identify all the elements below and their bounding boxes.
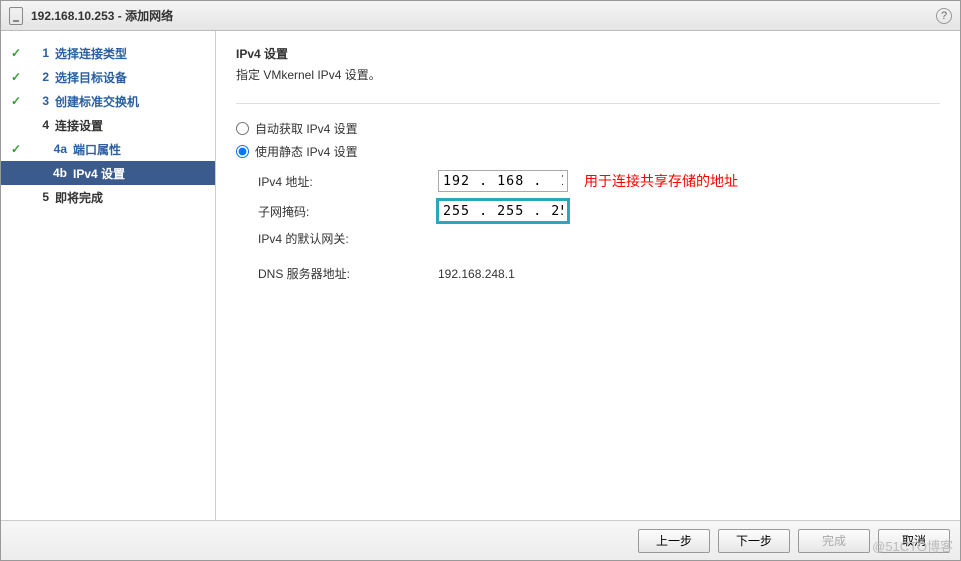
step-4b[interactable]: 4b IPv4 设置 — [1, 161, 215, 185]
divider — [236, 103, 940, 104]
titlebar: 192.168.10.253 - 添加网络 ? — [1, 1, 960, 31]
wizard-content: IPv4 设置 指定 VMkernel IPv4 设置。 自动获取 IPv4 设… — [216, 31, 960, 520]
finish-button: 完成 — [798, 529, 870, 553]
cancel-button[interactable]: 取消 — [878, 529, 950, 553]
row-ipv4-address: IPv4 地址: 用于连接共享存储的地址 — [258, 170, 940, 192]
check-icon: ✓ — [9, 70, 23, 84]
page-subtitle: 指定 VMkernel IPv4 设置。 — [236, 66, 940, 83]
row-dns: DNS 服务器地址: 192.168.248.1 — [258, 265, 940, 282]
dialog-footer: 上一步 下一步 完成 取消 @51CTO博客 — [1, 520, 960, 560]
step-4a[interactable]: ✓ 4a 端口属性 — [1, 137, 215, 161]
dialog-window: 192.168.10.253 - 添加网络 ? ✓ 1 选择连接类型 ✓ 2 选… — [0, 0, 961, 561]
static-ip-form: IPv4 地址: 用于连接共享存储的地址 子网掩码: IPv4 的默认网关: D… — [258, 170, 940, 282]
wizard-steps-sidebar: ✓ 1 选择连接类型 ✓ 2 选择目标设备 ✓ 3 创建标准交换机 4 连接设置… — [1, 31, 216, 520]
dialog-body: ✓ 1 选择连接类型 ✓ 2 选择目标设备 ✓ 3 创建标准交换机 4 连接设置… — [1, 31, 960, 520]
check-icon: ✓ — [9, 94, 23, 108]
radio-auto-ipv4[interactable]: 自动获取 IPv4 设置 — [236, 120, 940, 137]
radio-auto-input[interactable] — [236, 122, 249, 135]
radio-static-ipv4[interactable]: 使用静态 IPv4 设置 — [236, 143, 940, 160]
host-icon — [9, 7, 23, 25]
label-gateway: IPv4 的默认网关: — [258, 230, 438, 247]
page-title: IPv4 设置 — [236, 45, 940, 62]
label-dns: DNS 服务器地址: — [258, 265, 438, 282]
value-dns: 192.168.248.1 — [438, 267, 515, 281]
window-title: 192.168.10.253 - 添加网络 — [31, 7, 173, 24]
row-subnet: 子网掩码: — [258, 200, 940, 222]
check-icon: ✓ — [9, 142, 23, 156]
input-ipv4-address[interactable] — [438, 170, 568, 192]
step-1[interactable]: ✓ 1 选择连接类型 — [1, 41, 215, 65]
step-3[interactable]: ✓ 3 创建标准交换机 — [1, 89, 215, 113]
radio-static-input[interactable] — [236, 145, 249, 158]
help-icon[interactable]: ? — [936, 8, 952, 24]
label-ipv4: IPv4 地址: — [258, 173, 438, 190]
label-subnet: 子网掩码: — [258, 203, 438, 220]
input-subnet-mask[interactable] — [438, 200, 568, 222]
back-button[interactable]: 上一步 — [638, 529, 710, 553]
radio-auto-label: 自动获取 IPv4 设置 — [255, 120, 358, 137]
next-button[interactable]: 下一步 — [718, 529, 790, 553]
radio-static-label: 使用静态 IPv4 设置 — [255, 143, 358, 160]
check-icon: ✓ — [9, 46, 23, 60]
step-5[interactable]: 5 即将完成 — [1, 185, 215, 209]
step-4[interactable]: 4 连接设置 — [1, 113, 215, 137]
row-gateway: IPv4 的默认网关: — [258, 230, 940, 247]
step-2[interactable]: ✓ 2 选择目标设备 — [1, 65, 215, 89]
annotation-text: 用于连接共享存储的地址 — [584, 171, 738, 191]
